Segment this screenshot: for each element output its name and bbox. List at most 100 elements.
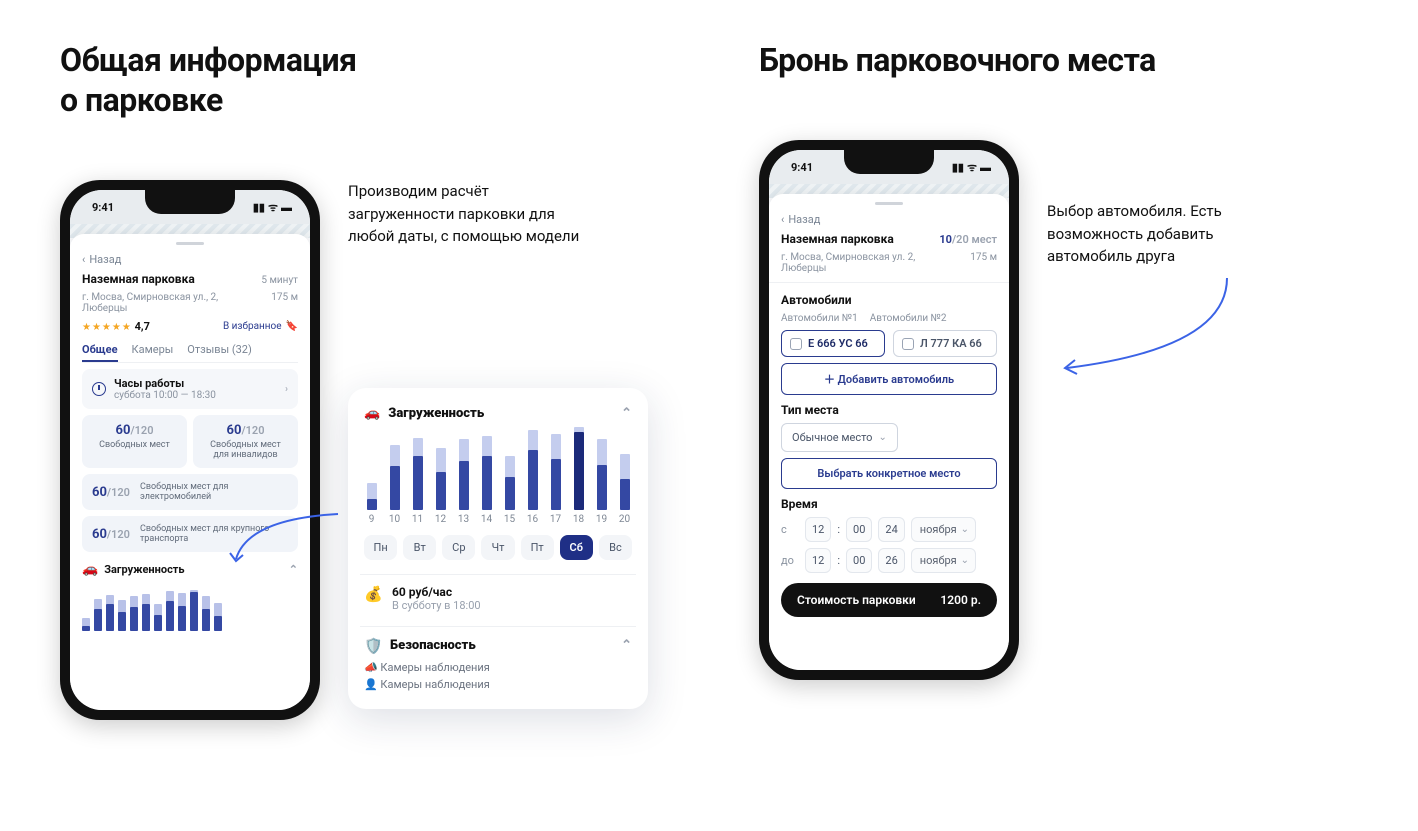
chevron-up-icon: ⌃ — [621, 638, 632, 653]
load-bar — [166, 591, 174, 631]
spot-count: 60/120 — [92, 527, 130, 542]
bookmark-icon: 🔖 — [286, 321, 298, 332]
spot-count: 60/120 — [203, 423, 288, 438]
to-min[interactable]: 00 — [846, 548, 872, 573]
spot-card: 60/120Свободных мест для электромобилей — [82, 474, 298, 510]
security-icon: 👤 — [364, 678, 378, 691]
annotation-car-select: Выбор автомобиля. Есть возможность добав… — [1047, 200, 1287, 268]
price-note: В субботу в 18:00 — [392, 599, 481, 612]
spot-card: 60/120 Свободных мест — [82, 415, 187, 468]
auto-label-1: Автомобили №1 — [781, 313, 858, 324]
annotation-load: Производим расчёт загруженности парковки… — [348, 180, 588, 248]
day-chip[interactable]: Ср — [442, 535, 475, 560]
load-bar[interactable] — [482, 436, 492, 510]
sheet-grabber[interactable] — [875, 202, 903, 205]
hour-label: 15 — [504, 514, 515, 525]
load-bar[interactable] — [413, 438, 423, 510]
to-month[interactable]: ноября⌄ — [911, 548, 976, 573]
hours-title: Часы работы — [114, 377, 216, 390]
spot-count: 60/120 — [92, 423, 177, 438]
load-bar[interactable] — [367, 483, 377, 510]
chevron-down-icon: ⌄ — [961, 524, 969, 535]
day-chip[interactable]: Вт — [403, 535, 436, 560]
day-chip[interactable]: Вс — [599, 535, 632, 560]
favorite-button[interactable]: В избранное 🔖 — [223, 321, 298, 332]
hour-label: 10 — [389, 514, 400, 525]
day-chip[interactable]: Пт — [521, 535, 554, 560]
heading-booking: Бронь парковочного места — [759, 40, 1358, 80]
from-day[interactable]: 24 — [878, 517, 904, 542]
load-bar[interactable] — [551, 434, 561, 510]
load-bar[interactable] — [459, 439, 469, 509]
price-value: 1200 р. — [940, 593, 981, 607]
load-bar[interactable] — [597, 439, 607, 509]
distance: 175 м — [271, 292, 298, 314]
from-hour[interactable]: 12 — [805, 517, 831, 542]
plate-2[interactable]: Л 777 КА 66 — [893, 330, 997, 357]
tabs: Общее Камеры Отзывы (32) — [82, 339, 298, 363]
from-min[interactable]: 00 — [846, 517, 872, 542]
load-bar[interactable] — [436, 448, 446, 509]
price-bar[interactable]: Стоимость парковки 1200 р. — [781, 583, 997, 617]
eta: 5 минут — [261, 275, 298, 286]
from-month[interactable]: ноября⌄ — [911, 517, 976, 542]
phone-mock-booking: 9:41 ▮▮ ᯤ ▬ ‹ Назад Наземная парковка — [759, 140, 1019, 680]
sheet-grabber[interactable] — [176, 242, 204, 245]
spot-type-value: Обычное место — [792, 431, 872, 444]
phone-mock-info: 9:41 ▮▮ ᯤ ▬ ‹ Назад Наземная парковка — [60, 180, 320, 720]
add-car-button[interactable]: ＋ Добавить автомобиль — [781, 363, 997, 395]
load-bar[interactable] — [574, 427, 584, 510]
from-label: с — [781, 523, 799, 536]
parking-title: Наземная парковка — [781, 232, 894, 246]
car-icon: 🚗 — [82, 562, 98, 577]
load-title: Загруженность — [104, 563, 184, 576]
load-bar[interactable] — [528, 430, 538, 509]
signal-icon: ▮▮ — [952, 161, 964, 174]
load-bar — [190, 590, 198, 631]
to-hour[interactable]: 12 — [805, 548, 831, 573]
hour-label: 18 — [573, 514, 584, 525]
tab-cameras[interactable]: Камеры — [132, 343, 174, 362]
spot-label: Свободных мест — [92, 440, 177, 450]
checkbox-icon — [902, 338, 914, 350]
security-item: 👤 Камеры наблюдения — [364, 678, 632, 691]
tab-reviews[interactable]: Отзывы (32) — [187, 343, 252, 362]
load-bar — [82, 618, 90, 632]
wifi-icon: ᯤ — [268, 200, 278, 215]
day-chip[interactable]: Сб — [560, 535, 593, 560]
security-icon: 📣 — [364, 661, 378, 674]
load-bar[interactable] — [620, 454, 630, 510]
tab-general[interactable]: Общее — [82, 343, 118, 362]
choose-spot-button[interactable]: Выбрать конкретное место — [781, 458, 997, 489]
status-icons: ▮▮ ᯤ ▬ — [253, 200, 292, 215]
back-button[interactable]: ‹ Назад — [781, 213, 997, 226]
autos-heading: Автомобили — [781, 293, 997, 307]
checkbox-icon — [790, 338, 802, 350]
spot-type-heading: Тип места — [781, 403, 997, 417]
signal-icon: ▮▮ — [253, 201, 265, 214]
arrow-connector — [228, 509, 388, 569]
price-label: Стоимость парковки — [797, 593, 916, 607]
to-day[interactable]: 26 — [878, 548, 904, 573]
parking-title: Наземная парковка — [82, 272, 195, 286]
car-icon: 🚗 — [364, 406, 380, 421]
favorite-label: В избранное — [223, 321, 282, 332]
load-bar[interactable] — [505, 456, 515, 510]
load-bar — [130, 596, 138, 631]
spot-type-select[interactable]: Обычное место ⌄ — [781, 423, 898, 452]
back-button[interactable]: ‹ Назад — [82, 253, 298, 266]
hour-label: 20 — [619, 514, 630, 525]
chevron-down-icon: ⌄ — [961, 555, 969, 566]
hour-label: 13 — [458, 514, 469, 525]
load-bar — [106, 595, 114, 631]
zoom-card: 🚗Загруженность ⌃ 91011121314151617181920… — [348, 388, 648, 709]
add-car-label: Добавить автомобиль — [838, 373, 954, 386]
hours-card[interactable]: Часы работы суббота 10:00 — 18:30 › — [82, 369, 298, 409]
slots-free: 10/20 мест — [939, 233, 997, 246]
day-chip[interactable]: Чт — [481, 535, 514, 560]
load-bar[interactable] — [390, 445, 400, 510]
distance: 175 м — [970, 252, 997, 274]
plate-1[interactable]: Е 666 УС 66 — [781, 330, 885, 357]
stars-icon: ★★★★★ — [82, 322, 132, 333]
battery-icon: ▬ — [281, 201, 292, 214]
